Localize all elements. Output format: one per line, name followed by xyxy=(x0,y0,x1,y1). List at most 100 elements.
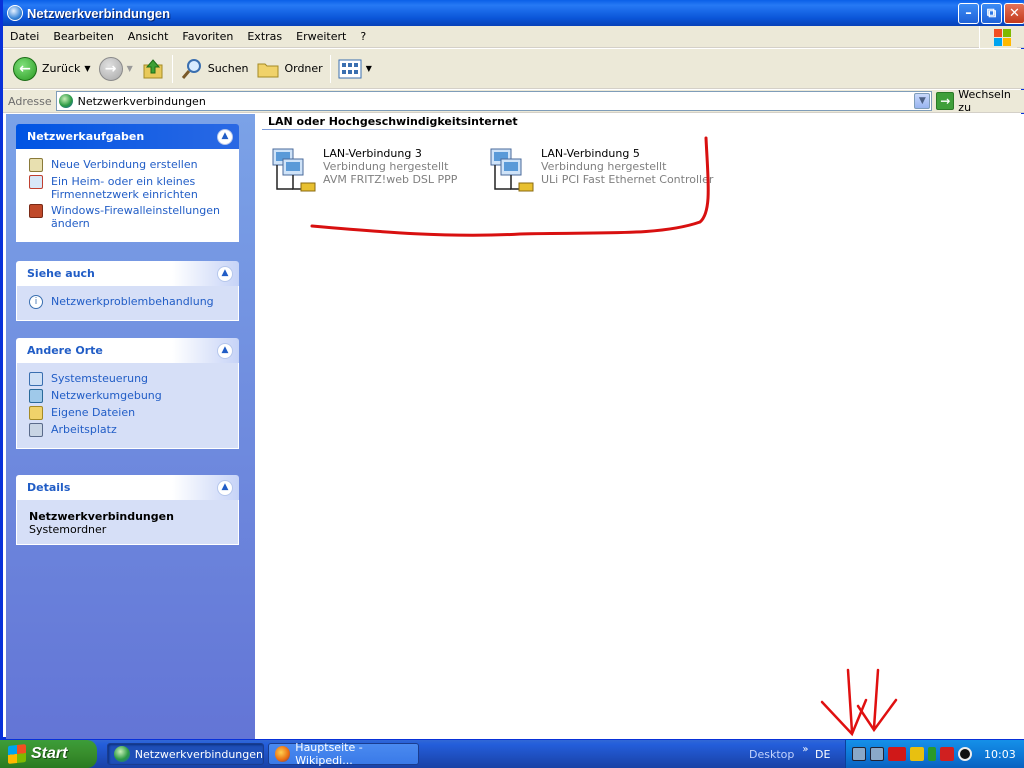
collapse-icon[interactable]: ▲ xyxy=(217,479,233,496)
zonealarm-icon[interactable] xyxy=(910,747,924,761)
info-icon: i xyxy=(29,295,43,309)
panel-body: Netzwerkverbindungen Systemordner xyxy=(16,500,239,545)
back-arrow-icon: ← xyxy=(13,56,37,81)
group-header: LAN oder Hochgeschwindigkeitsinternet xyxy=(268,115,518,128)
connection-status: Verbindung hergestellt xyxy=(323,160,449,173)
taskbar: Start Netzwerkverbindungen Hauptseite - … xyxy=(0,740,1024,768)
clock[interactable]: 10:03 xyxy=(984,748,1016,761)
search-label: Suchen xyxy=(207,62,249,75)
details-name: Netzwerkverbindungen xyxy=(29,510,174,523)
link-label: Netzwerkumgebung xyxy=(51,389,162,402)
collapse-icon[interactable]: ▲ xyxy=(217,128,233,145)
network-tasks-header[interactable]: Netzwerkaufgaben ▲ xyxy=(16,124,239,149)
collapse-icon[interactable]: ▲ xyxy=(217,265,233,282)
start-button[interactable]: Start xyxy=(0,740,97,768)
forward-button[interactable]: → ▼ xyxy=(95,52,137,86)
troubleshooter-link[interactable]: i Netzwerkproblembehandlung xyxy=(29,295,226,309)
firewall-settings-link[interactable]: Windows-Firewalleinstellungen ändern xyxy=(29,204,226,230)
menu-help[interactable]: ? xyxy=(353,30,373,43)
menu-favoriten[interactable]: Favoriten xyxy=(175,30,240,43)
system-tray: 10:03 xyxy=(845,740,1024,768)
back-button[interactable]: ← Zurück ▼ xyxy=(9,52,95,86)
see-also-panel: Siehe auch ▲ i Netzwerkproblembehandlung xyxy=(16,261,239,321)
minimize-button[interactable]: – xyxy=(958,3,979,24)
up-button[interactable] xyxy=(137,52,169,86)
desktop-label: Desktop xyxy=(749,747,795,761)
battery-icon[interactable] xyxy=(928,747,936,761)
address-input[interactable]: Netzwerkverbindungen ▼ xyxy=(55,91,933,111)
ati-icon[interactable] xyxy=(888,747,906,761)
folders-button[interactable]: Ordner xyxy=(252,52,326,86)
menu-erweitert[interactable]: Erweitert xyxy=(289,30,353,43)
network-tray-icon[interactable] xyxy=(870,747,884,761)
network-places-icon xyxy=(29,389,43,403)
menu-ansicht[interactable]: Ansicht xyxy=(121,30,176,43)
chevron-down-icon[interactable]: ▼ xyxy=(366,64,372,73)
menu-datei[interactable]: Datei xyxy=(3,30,46,43)
folder-up-icon xyxy=(143,58,163,78)
taskbar-button-firefox[interactable]: Hauptseite - Wikipedi... xyxy=(268,741,419,767)
link-label: Arbeitsplatz xyxy=(51,423,117,436)
panel-body: Systemsteuerung Netzwerkumgebung Eigene … xyxy=(16,363,239,449)
media-icon[interactable] xyxy=(958,747,972,761)
window-title: Netzwerkverbindungen xyxy=(27,5,171,21)
title-bar[interactable]: Netzwerkverbindungen – ⧉ ✕ xyxy=(3,0,1024,26)
windows-flag-icon xyxy=(8,744,26,764)
chevron-down-icon[interactable]: ▼ xyxy=(127,64,133,73)
lan-connection-icon xyxy=(272,148,316,192)
my-documents-link[interactable]: Eigene Dateien xyxy=(29,406,226,420)
my-computer-icon xyxy=(29,423,43,437)
language-indicator[interactable]: DE xyxy=(815,740,830,768)
new-connection-link[interactable]: Neue Verbindung erstellen xyxy=(29,158,226,172)
connection-device: AVM FRITZ!web DSL PPP xyxy=(323,173,458,186)
home-network-icon xyxy=(29,175,43,189)
other-places-header[interactable]: Andere Orte ▲ xyxy=(16,338,239,363)
windows-logo-icon xyxy=(979,26,1017,48)
network-places-link[interactable]: Netzwerkumgebung xyxy=(29,389,226,403)
go-arrow-icon: → xyxy=(936,92,955,110)
see-also-header[interactable]: Siehe auch ▲ xyxy=(16,261,239,286)
antivir-icon[interactable] xyxy=(940,747,954,761)
panel-title: Details xyxy=(27,481,71,494)
connection-item[interactable]: LAN-Verbindung 3 Verbindung hergestellt … xyxy=(269,147,457,197)
menu-bearbeiten[interactable]: Bearbeiten xyxy=(46,30,120,43)
menu-extras[interactable]: Extras xyxy=(240,30,289,43)
link-label: Systemsteuerung xyxy=(51,372,149,385)
menu-bar: Datei Bearbeiten Ansicht Favoriten Extra… xyxy=(3,26,1024,48)
network-tray-icon[interactable] xyxy=(852,747,866,761)
connection-status: Verbindung hergestellt xyxy=(541,160,667,173)
link-label: Windows-Firewalleinstellungen ändern xyxy=(51,204,220,230)
my-computer-link[interactable]: Arbeitsplatz xyxy=(29,423,226,437)
control-panel-link[interactable]: Systemsteuerung xyxy=(29,372,226,386)
go-button[interactable]: → Wechseln zu xyxy=(936,88,1024,114)
connection-text: LAN-Verbindung 5 Verbindung hergestellt … xyxy=(541,147,713,197)
collapse-icon[interactable]: ▲ xyxy=(217,342,233,359)
connection-device: ULi PCI Fast Ethernet Controller xyxy=(541,173,714,186)
search-button[interactable]: Suchen xyxy=(176,52,253,86)
group-divider xyxy=(262,129,502,130)
home-network-link[interactable]: Ein Heim- oder ein kleines Firmennetzwer… xyxy=(29,175,226,201)
firewall-icon xyxy=(29,204,43,218)
connection-item[interactable]: LAN-Verbindung 5 Verbindung hergestellt … xyxy=(487,147,713,197)
details-type: Systemordner xyxy=(29,523,107,536)
control-panel-icon xyxy=(29,372,43,386)
lan-connection-icon xyxy=(490,148,534,192)
panel-title: Netzwerkaufgaben xyxy=(27,130,145,143)
toolbar: ← Zurück ▼ → ▼ Suchen Ordner ▼ xyxy=(3,49,1024,89)
language-label: DE xyxy=(815,747,831,761)
taskbar-button-network[interactable]: Netzwerkverbindungen xyxy=(107,743,264,765)
connection-name: LAN-Verbindung 5 xyxy=(541,147,640,160)
views-button[interactable]: ▼ xyxy=(334,52,376,86)
link-label: Netzwerkproblembehandlung xyxy=(51,295,214,308)
address-dropdown-icon[interactable]: ▼ xyxy=(914,93,931,109)
maximize-button[interactable]: ⧉ xyxy=(981,3,1002,24)
close-button[interactable]: ✕ xyxy=(1004,3,1024,24)
network-connections-icon xyxy=(58,94,73,108)
chevron-right-icon[interactable]: » xyxy=(802,744,808,755)
chevron-down-icon[interactable]: ▼ xyxy=(84,64,90,73)
link-label: Ein Heim- oder ein kleines Firmennetzwer… xyxy=(51,175,198,201)
desktop-toolbar[interactable]: Desktop » xyxy=(749,740,809,768)
details-header[interactable]: Details ▲ xyxy=(16,475,239,500)
panel-title: Andere Orte xyxy=(27,344,103,357)
forward-arrow-icon: → xyxy=(98,56,123,81)
